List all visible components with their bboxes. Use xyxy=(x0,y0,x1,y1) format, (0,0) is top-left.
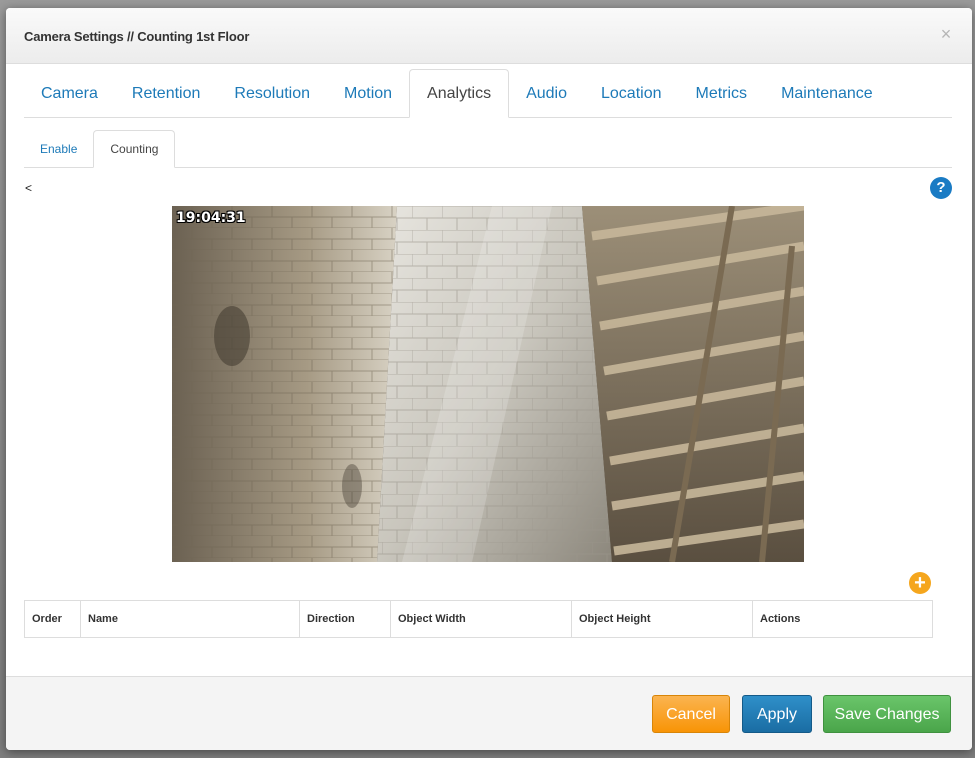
close-icon[interactable]: × xyxy=(936,24,956,44)
col-object-width[interactable]: Object Width xyxy=(390,600,572,638)
col-direction[interactable]: Direction xyxy=(299,600,391,638)
col-order[interactable]: Order xyxy=(24,600,81,638)
tab-retention[interactable]: Retention xyxy=(115,70,218,117)
camera-scene-image xyxy=(172,206,804,562)
camera-settings-dialog: Camera Settings // Counting 1st Floor × … xyxy=(6,8,972,750)
dialog-footer: Cancel Apply Save Changes xyxy=(6,676,972,750)
apply-button[interactable]: Apply xyxy=(742,695,812,733)
plus-circle-icon[interactable]: + xyxy=(909,572,931,594)
dialog-title: Camera Settings // Counting 1st Floor xyxy=(24,29,250,44)
tab-resolution[interactable]: Resolution xyxy=(217,70,327,117)
subtab-counting[interactable]: Counting xyxy=(93,130,176,168)
counting-rules-table: Order Name Direction Object Width Object… xyxy=(24,600,933,638)
camera-timestamp: 19:04:31 xyxy=(176,210,246,226)
question-circle-icon[interactable]: ? xyxy=(930,177,952,199)
tab-camera[interactable]: Camera xyxy=(24,70,115,117)
table-header-row: Order Name Direction Object Width Object… xyxy=(24,600,933,638)
tab-metrics[interactable]: Metrics xyxy=(679,70,765,117)
tab-analytics[interactable]: Analytics xyxy=(409,69,510,118)
col-actions: Actions xyxy=(760,613,801,625)
col-object-height[interactable]: Object Height xyxy=(571,600,753,638)
main-tabs: Camera Retention Resolution Motion Analy… xyxy=(24,69,952,118)
col-name[interactable]: Name xyxy=(80,600,300,638)
tab-location[interactable]: Location xyxy=(584,70,679,117)
cancel-button[interactable]: Cancel xyxy=(652,695,730,733)
camera-preview[interactable]: 19:04:31 xyxy=(172,206,804,562)
back-link[interactable]: < xyxy=(25,181,32,195)
save-changes-button[interactable]: Save Changes xyxy=(823,695,951,733)
analytics-sub-tabs: Enable Counting xyxy=(24,130,952,168)
dialog-header: Camera Settings // Counting 1st Floor × xyxy=(6,8,972,64)
tab-audio[interactable]: Audio xyxy=(509,70,584,117)
subtab-enable[interactable]: Enable xyxy=(24,131,93,167)
tab-maintenance[interactable]: Maintenance xyxy=(764,70,890,117)
tab-motion[interactable]: Motion xyxy=(327,70,409,117)
